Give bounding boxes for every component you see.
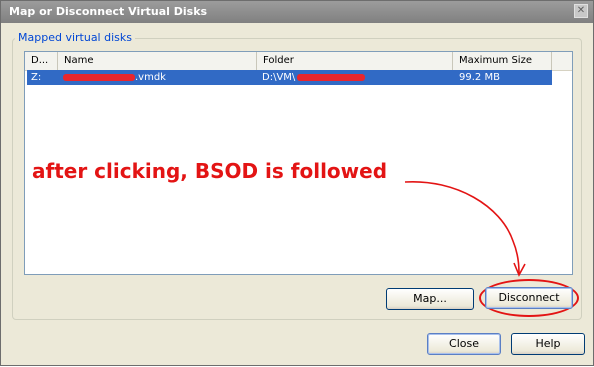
dialog-window: Map or Disconnect Virtual Disks ✕ Mapped… (0, 0, 594, 366)
disconnect-button[interactable]: Disconnect (485, 287, 573, 309)
help-button[interactable]: Help (511, 333, 585, 355)
map-button[interactable]: Map... (386, 288, 474, 310)
close-button[interactable]: Close (427, 333, 501, 355)
